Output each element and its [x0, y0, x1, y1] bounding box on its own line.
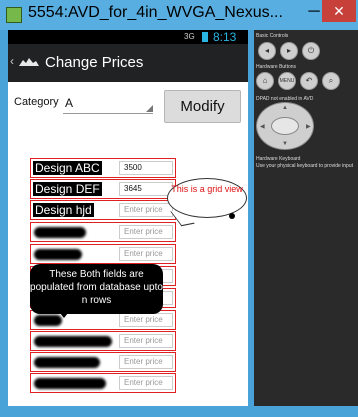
grid-row: Design DEF 3645: [30, 179, 176, 199]
grid-row: Enter price: [30, 244, 176, 264]
hardware-buttons-label: Hardware Buttons: [256, 64, 297, 70]
menu-button[interactable]: MENU: [278, 72, 296, 90]
keyboard-hint: Use your physical keyboard to provide in…: [256, 163, 353, 169]
action-bar: ‹ Change Prices: [8, 44, 248, 82]
grid-row: Enter price: [30, 373, 176, 393]
redacted-name: [34, 357, 100, 368]
search-icon[interactable]: ⌕: [322, 72, 340, 90]
redacted-name: [34, 227, 86, 238]
design-name: Design ABC: [33, 161, 102, 175]
window-titlebar: 5554:AVD_for_4in_WVGA_Nexus... ─ ✕: [0, 0, 358, 30]
redacted-name: [34, 378, 106, 389]
grid-row: Design hjd Enter price: [30, 200, 176, 220]
home-icon[interactable]: ⌂: [256, 72, 274, 90]
phone-screen: 3G 8:13 ‹ Change Prices Category A Modif…: [8, 30, 248, 406]
volume-down-icon[interactable]: ◂: [258, 42, 276, 60]
database-note: These Both fields are populated from dat…: [30, 269, 163, 306]
back-icon[interactable]: ↶: [300, 72, 318, 90]
callout-dot: [229, 213, 235, 219]
redacted-name: [34, 336, 112, 347]
dpad-left-icon[interactable]: ◀: [260, 123, 265, 130]
category-label: Category: [14, 96, 59, 108]
grid-row: Enter price: [30, 331, 176, 351]
dpad-right-icon[interactable]: ▶: [306, 123, 311, 130]
dpad-down-icon[interactable]: ▼: [282, 141, 288, 147]
close-button[interactable]: ✕: [322, 0, 356, 22]
app-icon: [6, 7, 22, 23]
status-bar: 3G 8:13: [8, 30, 248, 44]
back-chevron-icon[interactable]: ‹: [10, 54, 14, 68]
price-input[interactable]: Enter price: [119, 334, 173, 348]
dpad-center-button[interactable]: [271, 117, 299, 135]
database-callout: These Both fields are populated from dat…: [30, 264, 163, 314]
app-logo-icon[interactable]: [18, 57, 40, 67]
design-name: Design DEF: [33, 182, 102, 196]
price-input[interactable]: 3500: [119, 161, 173, 175]
basic-controls-label: Basic Controls: [256, 33, 289, 39]
grid-view-callout: This is a grid view: [167, 178, 247, 218]
price-input[interactable]: Enter price: [119, 203, 173, 217]
callout-tail: [56, 308, 72, 318]
category-spinner[interactable]: A: [63, 92, 153, 114]
price-input[interactable]: Enter price: [119, 225, 173, 239]
signal-icon: 3G: [184, 32, 195, 41]
keyboard-label: Hardware Keyboard: [256, 156, 301, 162]
minimize-button[interactable]: ─: [308, 4, 320, 20]
window-title: 5554:AVD_for_4in_WVGA_Nexus...: [28, 4, 283, 21]
grid-row: Enter price: [30, 222, 176, 242]
power-icon[interactable]: ⏻: [302, 42, 320, 60]
price-input[interactable]: Enter price: [119, 247, 173, 261]
main-content: Category A Modify Design ABC 3500 Design…: [8, 82, 248, 406]
battery-icon: [202, 32, 208, 42]
status-time: 8:13: [213, 30, 237, 44]
price-input[interactable]: Enter price: [119, 376, 173, 390]
dpad-up-icon[interactable]: ▲: [282, 105, 288, 111]
emulator-controls-panel: Basic Controls ◂ ▸ ⏻ Hardware Buttons ⌂ …: [254, 30, 358, 406]
modify-button[interactable]: Modify: [164, 90, 241, 123]
price-input[interactable]: 3645: [119, 182, 173, 196]
dpad-control[interactable]: ▲ ▼ ◀ ▶: [256, 102, 314, 150]
volume-up-icon[interactable]: ▸: [280, 42, 298, 60]
design-name: Design hjd: [33, 203, 94, 217]
grid-row: Design ABC 3500: [30, 158, 176, 178]
price-input[interactable]: Enter price: [119, 313, 173, 327]
price-input[interactable]: Enter price: [119, 355, 173, 369]
grid-row: Enter price: [30, 352, 176, 372]
redacted-name: [34, 249, 82, 260]
spinner-arrow-icon: [146, 105, 153, 112]
grid-view-note: This is a grid view: [171, 184, 243, 194]
page-title: Change Prices: [45, 54, 144, 71]
category-value: A: [65, 96, 74, 110]
